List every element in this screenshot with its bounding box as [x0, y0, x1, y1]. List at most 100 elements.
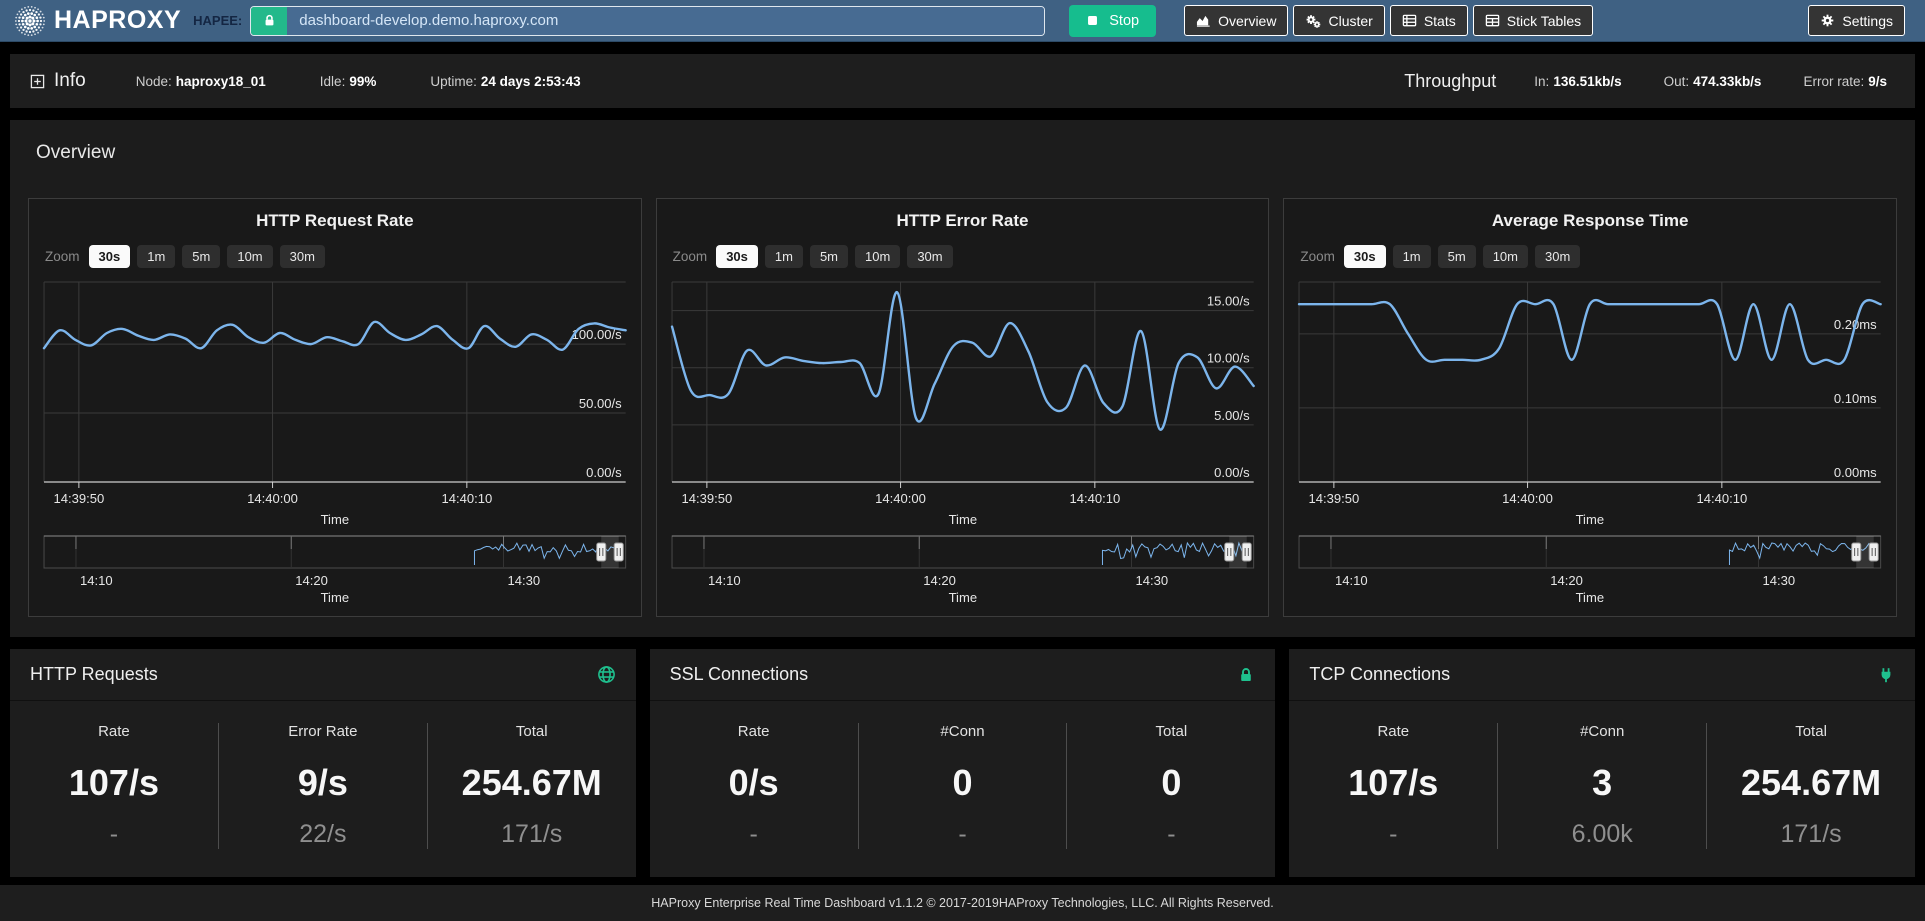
- navigator-x-label: 14:20: [1551, 573, 1584, 588]
- hapee-label: HAPEE:: [193, 13, 242, 28]
- y-axis-label: 0.00/s: [1214, 465, 1250, 480]
- stat-column: Total 254.67M 171/s: [427, 723, 636, 849]
- zoom-button-30m[interactable]: 30m: [280, 245, 325, 268]
- card-title: HTTP Requests: [30, 664, 597, 685]
- navigator-axis-title: Time: [948, 590, 977, 605]
- chart-title: Average Response Time: [1284, 211, 1896, 231]
- card-http-requests: HTTP Requests Rate 107/s - Error Rate 9/…: [10, 649, 636, 877]
- throughput-group: Throughput In:136.51kb/s Out:474.33kb/s …: [1404, 71, 1895, 92]
- zoom-button-1m[interactable]: 1m: [137, 245, 175, 268]
- info-bar: Info Node:haproxy18_01 Idle:99% Uptime:2…: [10, 54, 1915, 108]
- x-axis-label: 14:40:00: [247, 491, 298, 506]
- navigator-x-label: 14:30: [1135, 573, 1168, 588]
- x-axis-title: Time: [1576, 512, 1605, 527]
- expand-plus-icon: [30, 74, 45, 89]
- chart-plot-average-response-time[interactable]: 0.00ms0.10ms0.20ms14:39:5014:40:0014:40:…: [1296, 274, 1884, 610]
- stat-column: Rate 107/s -: [1289, 723, 1497, 849]
- chart-area-icon: [1196, 13, 1211, 28]
- url-lock-segment: [251, 7, 287, 35]
- navigator-series: [1102, 543, 1244, 565]
- y-axis-label: 50.00/s: [579, 396, 622, 411]
- zoom-controls: Zoom30s1m5m10m30m: [673, 245, 1269, 268]
- url-input[interactable]: [287, 7, 1044, 35]
- stat-column: Total 254.67M 171/s: [1706, 723, 1915, 849]
- nav-button-overview[interactable]: Overview: [1184, 5, 1288, 36]
- main-nav-group: Overview Cluster Stats Stick Tables: [1184, 5, 1593, 36]
- card-tcp-connections: TCP Connections Rate 107/s - #Conn 3 6.0…: [1289, 649, 1915, 877]
- navigator-series: [1730, 543, 1872, 565]
- settings-button[interactable]: Settings: [1808, 5, 1905, 36]
- zoom-button-5m[interactable]: 5m: [1438, 245, 1476, 268]
- uptime-info: Uptime:24 days 2:53:43: [430, 74, 580, 89]
- navigator-x-label: 14:20: [923, 573, 956, 588]
- zoom-button-1m[interactable]: 1m: [1393, 245, 1431, 268]
- navigator-axis-title: Time: [321, 590, 350, 605]
- series-line: [672, 292, 1254, 430]
- navigator-series: [474, 543, 616, 565]
- y-axis-label: 15.00/s: [1207, 294, 1250, 309]
- footer: HAProxy Enterprise Real Time Dashboard v…: [0, 885, 1925, 921]
- chart-panel-http-error-rate: HTTP Error RateZoom30s1m5m10m30m0.00/s5.…: [656, 198, 1270, 617]
- plug-icon: [1877, 666, 1895, 684]
- zoom-button-5m[interactable]: 5m: [810, 245, 848, 268]
- nav-button-stick-tables[interactable]: Stick Tables: [1473, 5, 1593, 36]
- y-axis-label: 0.00/s: [586, 465, 622, 480]
- zoom-button-10m[interactable]: 10m: [1483, 245, 1528, 268]
- zoom-button-30s[interactable]: 30s: [1344, 245, 1386, 268]
- lock-icon: [1237, 666, 1255, 684]
- zoom-button-10m[interactable]: 10m: [227, 245, 272, 268]
- zoom-button-30s[interactable]: 30s: [716, 245, 758, 268]
- navigator-x-label: 14:30: [508, 573, 541, 588]
- footer-text: HAProxy Enterprise Real Time Dashboard v…: [651, 896, 1274, 910]
- nav-button-cluster[interactable]: Cluster: [1293, 5, 1384, 36]
- brand-text: HAPROXY: [54, 6, 181, 35]
- charts-row: HTTP Request Rate Zoom 30s 1m 5m 10m 30m 0.00/s…: [28, 198, 1897, 617]
- x-axis-label: 14:40:10: [1069, 491, 1120, 506]
- info-toggle[interactable]: Info: [30, 70, 86, 92]
- stat-column: Error Rate 9/s 22/s: [218, 723, 427, 849]
- throughput-out: Out:474.33kb/s: [1664, 74, 1762, 89]
- x-axis-label: 14:40:10: [1697, 491, 1748, 506]
- navigator-handle[interactable]: [1870, 543, 1879, 561]
- nav-button-stats[interactable]: Stats: [1390, 5, 1468, 36]
- zoom-button-5m[interactable]: 5m: [182, 245, 220, 268]
- zoom-button-30m[interactable]: 30m: [907, 245, 952, 268]
- x-axis-label: 14:40:00: [1503, 491, 1554, 506]
- navigator-handle[interactable]: [614, 543, 623, 561]
- stop-button[interactable]: Stop: [1069, 5, 1156, 37]
- chart-panel-average-response-time: Average Response Time Zoom 30s 1m 5m 10m 30m 0.…: [1283, 198, 1897, 617]
- series-line: [44, 322, 626, 350]
- stat-column: #Conn 3 6.00k: [1497, 723, 1706, 849]
- card-ssl-connections: SSL Connections Rate 0/s - #Conn 0 - Tot…: [650, 649, 1276, 877]
- navigator-handle[interactable]: [1224, 543, 1233, 561]
- chart-title: HTTP Request Rate: [29, 211, 641, 231]
- zoom-button-1m[interactable]: 1m: [765, 245, 803, 268]
- zoom-label: Zoom: [1300, 249, 1335, 264]
- stat-column: #Conn 0 -: [858, 723, 1067, 849]
- haproxy-logo-icon: [14, 5, 46, 37]
- zoom-button-10m[interactable]: 10m: [855, 245, 900, 268]
- navigator-handle[interactable]: [597, 543, 606, 561]
- stop-icon: [1086, 14, 1099, 27]
- y-axis-label: 0.10ms: [1834, 391, 1877, 406]
- navigator-x-label: 14:20: [295, 573, 328, 588]
- navigator-handle[interactable]: [1852, 543, 1861, 561]
- stat-column: Rate 0/s -: [650, 723, 858, 849]
- chart-plot-http-error-rate[interactable]: 0.00/s5.00/s10.00/s15.00/s14:39:5014:40:…: [669, 274, 1257, 610]
- chart-panel-http-request-rate: HTTP Request RateZoom30s1m5m10m30m0.00/s…: [28, 198, 642, 617]
- zoom-button-30m[interactable]: 30m: [1535, 245, 1580, 268]
- table-grid-icon: [1485, 13, 1500, 28]
- throughput-in: In:136.51kb/s: [1534, 74, 1621, 89]
- stat-column: Total 0 -: [1066, 723, 1275, 849]
- zoom-button-30s[interactable]: 30s: [89, 245, 131, 268]
- table-list-icon: [1402, 13, 1417, 28]
- chart-plot-http-request-rate[interactable]: 0.00/s50.00/s100.00/s14:39:5014:40:0014:…: [41, 274, 629, 610]
- x-axis-label: 14:40:00: [875, 491, 926, 506]
- gear-icon: [1820, 13, 1835, 28]
- y-axis-label: 10.00/s: [1207, 351, 1250, 366]
- navigator-x-label: 14:10: [80, 573, 113, 588]
- x-axis-title: Time: [321, 512, 350, 527]
- navigator-handle[interactable]: [1242, 543, 1251, 561]
- x-axis-label: 14:39:50: [1309, 491, 1360, 506]
- x-axis-title: Time: [948, 512, 977, 527]
